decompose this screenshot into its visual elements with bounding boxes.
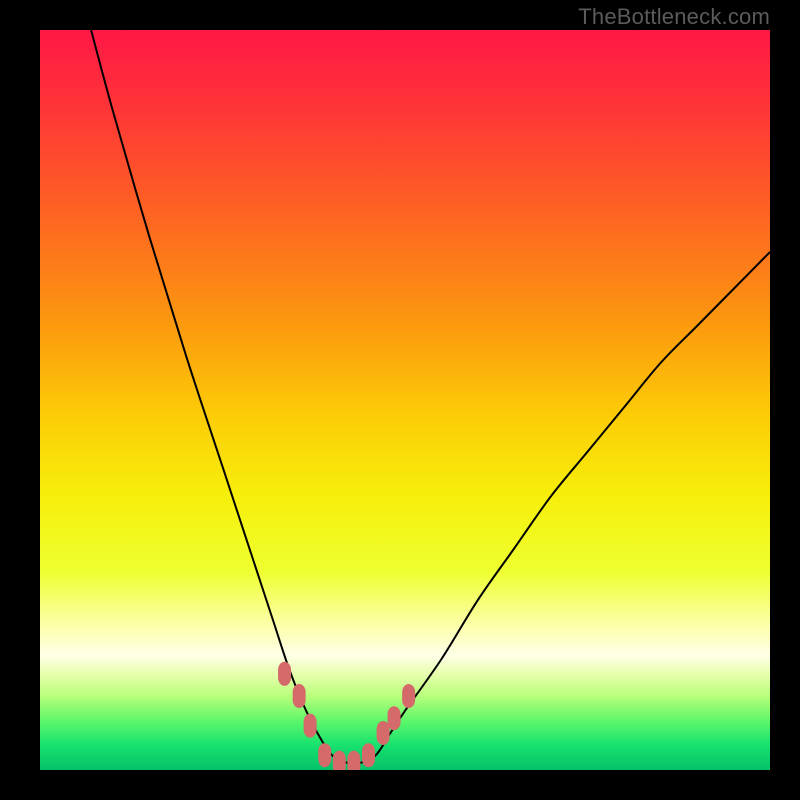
range-marker <box>388 706 401 730</box>
selected-range-markers <box>278 662 415 770</box>
range-marker <box>402 684 415 708</box>
range-marker <box>377 721 390 745</box>
range-marker <box>362 743 375 767</box>
range-marker <box>293 684 306 708</box>
chart-frame: TheBottleneck.com <box>0 0 800 800</box>
range-marker <box>304 714 317 738</box>
watermark-text: TheBottleneck.com <box>578 4 770 30</box>
range-marker <box>278 662 291 686</box>
bottleneck-curve <box>91 30 770 764</box>
range-marker <box>333 751 346 770</box>
range-marker <box>347 751 360 770</box>
range-marker <box>318 743 331 767</box>
plot-area <box>40 30 770 770</box>
curve-layer <box>40 30 770 770</box>
